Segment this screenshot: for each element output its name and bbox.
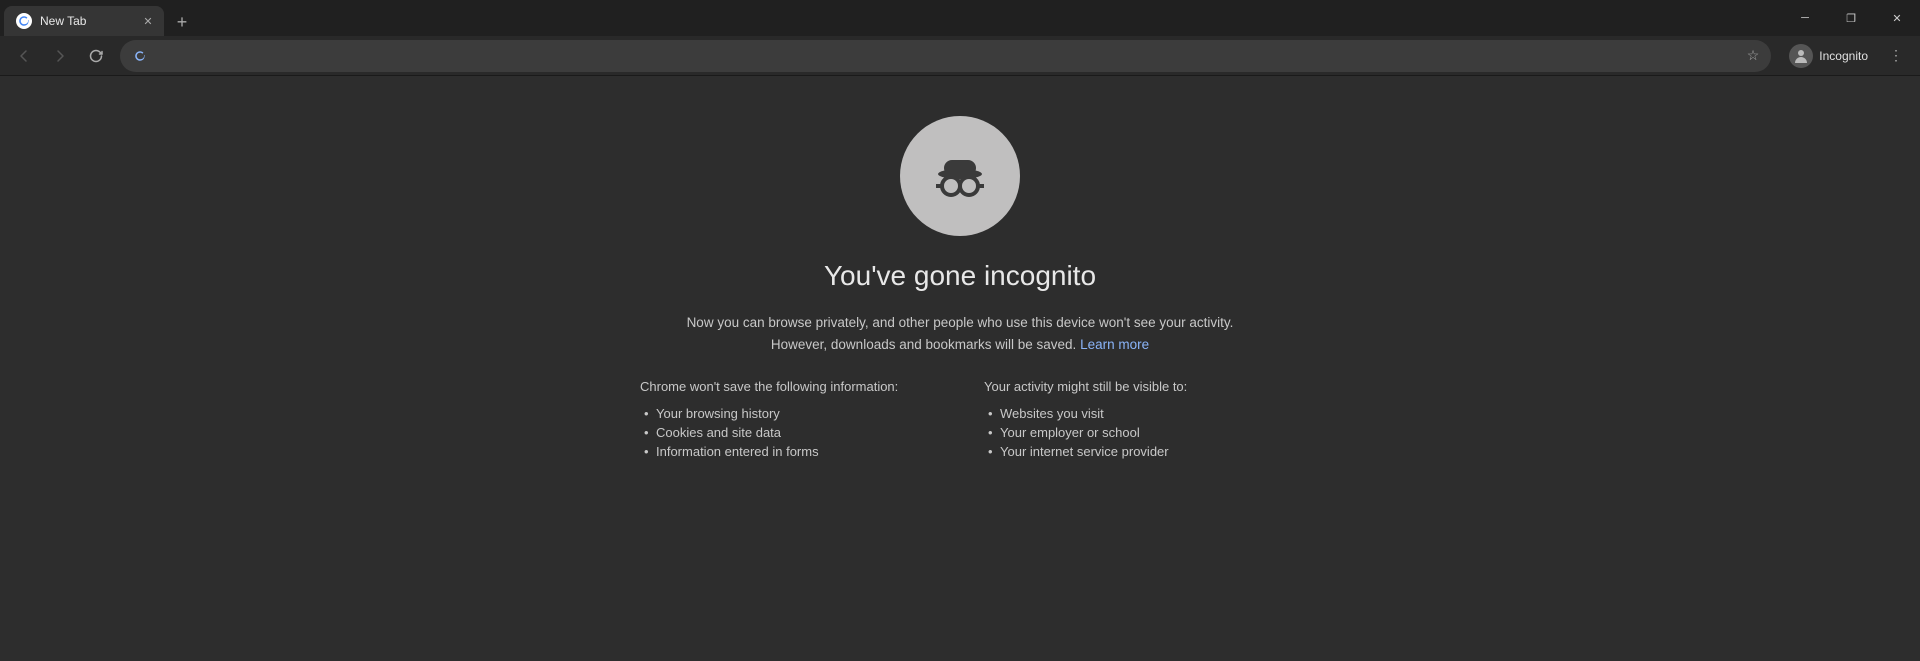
- refresh-button[interactable]: [80, 40, 112, 72]
- tab-favicon: [16, 13, 32, 29]
- back-button[interactable]: [8, 40, 40, 72]
- description-text: Now you can browse privately, and other …: [687, 315, 1234, 352]
- left-list: Your browsing history Cookies and site d…: [640, 404, 936, 461]
- main-content: You've gone incognito Now you can browse…: [0, 76, 1920, 661]
- left-column-title: Chrome won't save the following informat…: [640, 379, 936, 394]
- new-tab-button[interactable]: +: [168, 8, 196, 36]
- incognito-description: Now you can browse privately, and other …: [665, 312, 1255, 355]
- list-item: Websites you visit: [984, 404, 1280, 423]
- window-controls: ─ ❐ ✕: [1782, 0, 1920, 36]
- menu-button[interactable]: ⋮: [1880, 40, 1912, 72]
- tab-title-text: New Tab: [40, 14, 132, 28]
- address-bar[interactable]: ☆: [120, 40, 1771, 72]
- incognito-profile-button[interactable]: Incognito: [1779, 40, 1878, 72]
- incognito-label: Incognito: [1819, 49, 1868, 63]
- toolbar-right: Incognito ⋮: [1779, 40, 1912, 72]
- address-input[interactable]: [156, 48, 1739, 64]
- info-columns: Chrome won't save the following informat…: [640, 379, 1280, 461]
- list-item: Your browsing history: [640, 404, 936, 423]
- learn-more-link[interactable]: Learn more: [1080, 337, 1149, 352]
- list-item: Cookies and site data: [640, 423, 936, 442]
- maximize-button[interactable]: ❐: [1828, 0, 1874, 36]
- right-column: Your activity might still be visible to:…: [984, 379, 1280, 461]
- list-item: Your internet service provider: [984, 442, 1280, 461]
- list-item: Information entered in forms: [640, 442, 936, 461]
- bookmark-icon[interactable]: ☆: [1747, 47, 1760, 64]
- google-favicon: [132, 48, 148, 64]
- minimize-button[interactable]: ─: [1782, 0, 1828, 36]
- title-bar: New Tab ✕ + ─ ❐ ✕: [0, 0, 1920, 36]
- forward-button[interactable]: [44, 40, 76, 72]
- tab-close-button[interactable]: ✕: [140, 13, 156, 29]
- incognito-heading: You've gone incognito: [824, 260, 1096, 292]
- right-list: Websites you visit Your employer or scho…: [984, 404, 1280, 461]
- left-column: Chrome won't save the following informat…: [640, 379, 936, 461]
- close-button[interactable]: ✕: [1874, 0, 1920, 36]
- tab-strip: New Tab ✕ +: [0, 0, 1782, 36]
- active-tab[interactable]: New Tab ✕: [4, 6, 164, 36]
- list-item: Your employer or school: [984, 423, 1280, 442]
- incognito-icon: [900, 116, 1020, 236]
- right-column-title: Your activity might still be visible to:: [984, 379, 1280, 394]
- incognito-avatar: [1789, 44, 1813, 68]
- toolbar: ☆ Incognito ⋮: [0, 36, 1920, 76]
